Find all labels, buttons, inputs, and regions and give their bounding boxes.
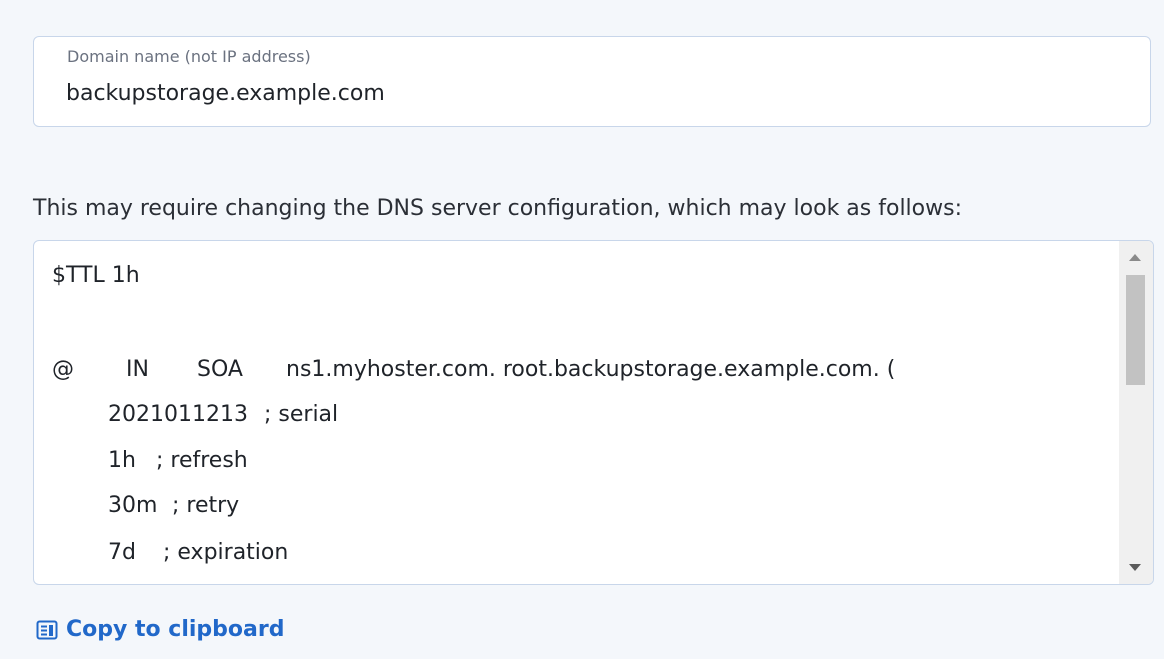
soa-type: SOA [197, 357, 243, 382]
serial-value: 2021011213 [108, 402, 248, 427]
domain-name-label: Domain name (not IP address) [67, 47, 311, 66]
soa-class: IN [126, 357, 149, 382]
expiration-value: 7d [108, 540, 136, 565]
retry-value: 30m [108, 493, 158, 518]
vertical-scrollbar[interactable] [1119, 241, 1153, 584]
expiration-line: 7d ; expiration [108, 533, 608, 573]
page: Domain name (not IP address) backupstora… [0, 0, 1164, 659]
dns-config-content: $TTL 1h @ IN SOA ns1.myhoster.com. root.… [34, 241, 1119, 584]
serial-line: 2021011213 ; serial [108, 395, 608, 435]
copy-to-clipboard-link[interactable]: Copy to clipboard [36, 617, 284, 642]
copy-to-clipboard-label: Copy to clipboard [66, 617, 285, 642]
retry-comment: ; retry [172, 493, 240, 518]
soa-record: ns1.myhoster.com. root.backupstorage.exa… [286, 357, 896, 382]
domain-name-input[interactable]: backupstorage.example.com [66, 81, 385, 106]
refresh-value: 1h [108, 448, 136, 473]
retry-line: 30m ; retry [108, 486, 608, 526]
clipboard-icon [36, 619, 58, 641]
soa-at: @ [52, 357, 74, 382]
dns-config-textarea[interactable]: $TTL 1h @ IN SOA ns1.myhoster.com. root.… [33, 240, 1154, 585]
serial-comment: ; serial [264, 402, 339, 427]
scrollbar-thumb[interactable] [1126, 275, 1145, 385]
domain-name-field[interactable]: Domain name (not IP address) backupstora… [33, 36, 1151, 127]
ttl-text: $TTL 1h [52, 263, 140, 288]
expiration-comment: ; expiration [163, 540, 289, 565]
soa-line: @ IN SOA ns1.myhoster.com. root.backupst… [52, 350, 1119, 390]
dns-note: This may require changing the DNS server… [33, 196, 962, 221]
refresh-line: 1h ; refresh [108, 441, 608, 481]
scroll-up-arrow-icon[interactable] [1129, 254, 1141, 261]
scroll-down-arrow-icon[interactable] [1129, 564, 1141, 571]
refresh-comment: ; refresh [156, 448, 248, 473]
